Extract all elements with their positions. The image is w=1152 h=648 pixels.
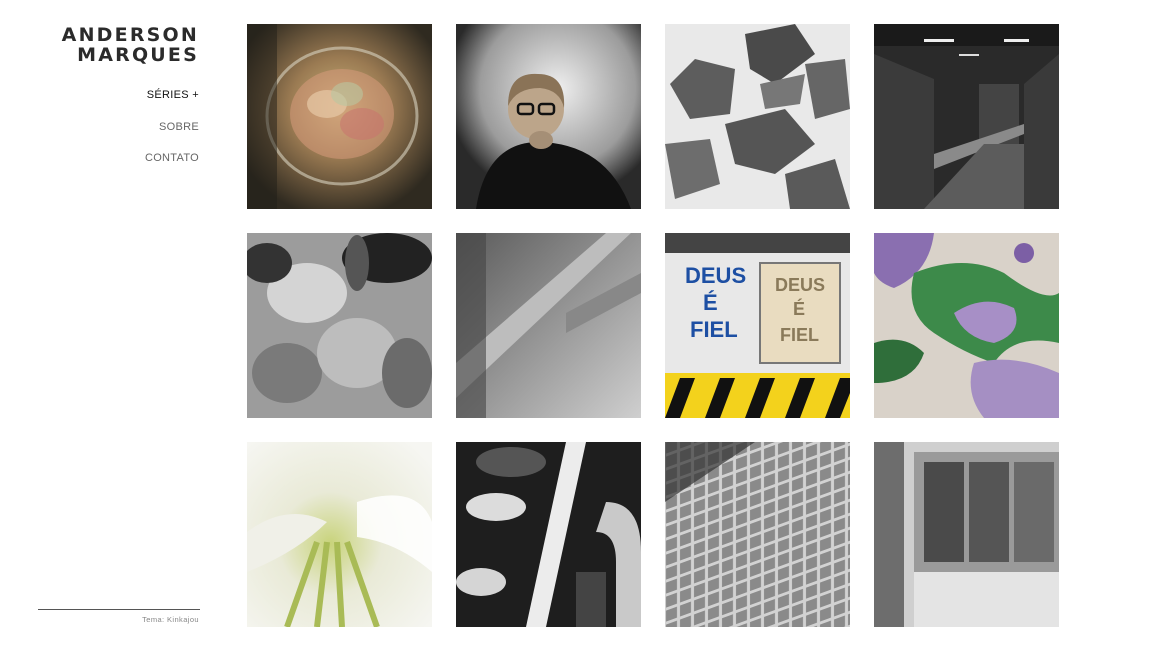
sign-left-line1: DEUS: [685, 263, 746, 288]
site-title-line1: ANDERSON: [61, 24, 199, 46]
footer-divider: [38, 609, 200, 610]
gallery-thumbnail-window[interactable]: [874, 442, 1059, 627]
sidebar: ANDERSON MARQUES SÉRIES + SOBRE CONTATO …: [0, 0, 200, 648]
main-nav: SÉRIES + SOBRE CONTATO: [145, 88, 199, 183]
stones-image: [665, 24, 850, 209]
theme-credit: Tema: Kinkajou: [142, 615, 199, 624]
corridor-image: [874, 24, 1059, 209]
window-image: [874, 442, 1059, 627]
gallery-thumbnail-green-purple[interactable]: [874, 233, 1059, 418]
flowers-in-glass-image: [247, 24, 432, 209]
gallery-thumbnail-building[interactable]: [665, 442, 850, 627]
gallery-thumbnail-chair[interactable]: [456, 442, 641, 627]
gallery-thumbnail-deus-e-fiel[interactable]: DEUS É FIEL DEUS É FIEL: [665, 233, 850, 418]
gallery-thumbnail-portrait[interactable]: [456, 24, 641, 209]
gallery-thumbnail-light-shadow[interactable]: [456, 233, 641, 418]
gallery-thumbnail-flowers-mono[interactable]: [247, 233, 432, 418]
green-purple-image: [874, 233, 1059, 418]
light-shadow-image: [456, 233, 641, 418]
gallery-thumbnail-corridor[interactable]: [874, 24, 1059, 209]
site-title-line2: MARQUES: [77, 44, 199, 66]
portrait-image: [456, 24, 641, 209]
nav-item-contato[interactable]: CONTATO: [145, 151, 199, 166]
sign-right-line3: FIEL: [780, 325, 819, 345]
sign-right-line1: DEUS: [775, 275, 825, 295]
chair-image: [456, 442, 641, 627]
deus-e-fiel-image: DEUS É FIEL DEUS É FIEL: [665, 233, 850, 418]
gallery-thumbnail-lily[interactable]: [247, 442, 432, 627]
site-logo[interactable]: ANDERSON MARQUES: [62, 25, 199, 65]
gallery-thumbnail-stones[interactable]: [665, 24, 850, 209]
lily-image: [247, 442, 432, 627]
nav-item-series[interactable]: SÉRIES +: [145, 88, 199, 103]
sign-left-line3: FIEL: [690, 317, 738, 342]
sign-right-line2: É: [793, 298, 805, 319]
gallery-thumbnail-flowers-in-glass[interactable]: [247, 24, 432, 209]
flowers-mono-image: [247, 233, 432, 418]
nav-item-sobre[interactable]: SOBRE: [145, 120, 199, 135]
sign-left-line2: É: [703, 290, 718, 315]
building-image: [665, 442, 850, 627]
